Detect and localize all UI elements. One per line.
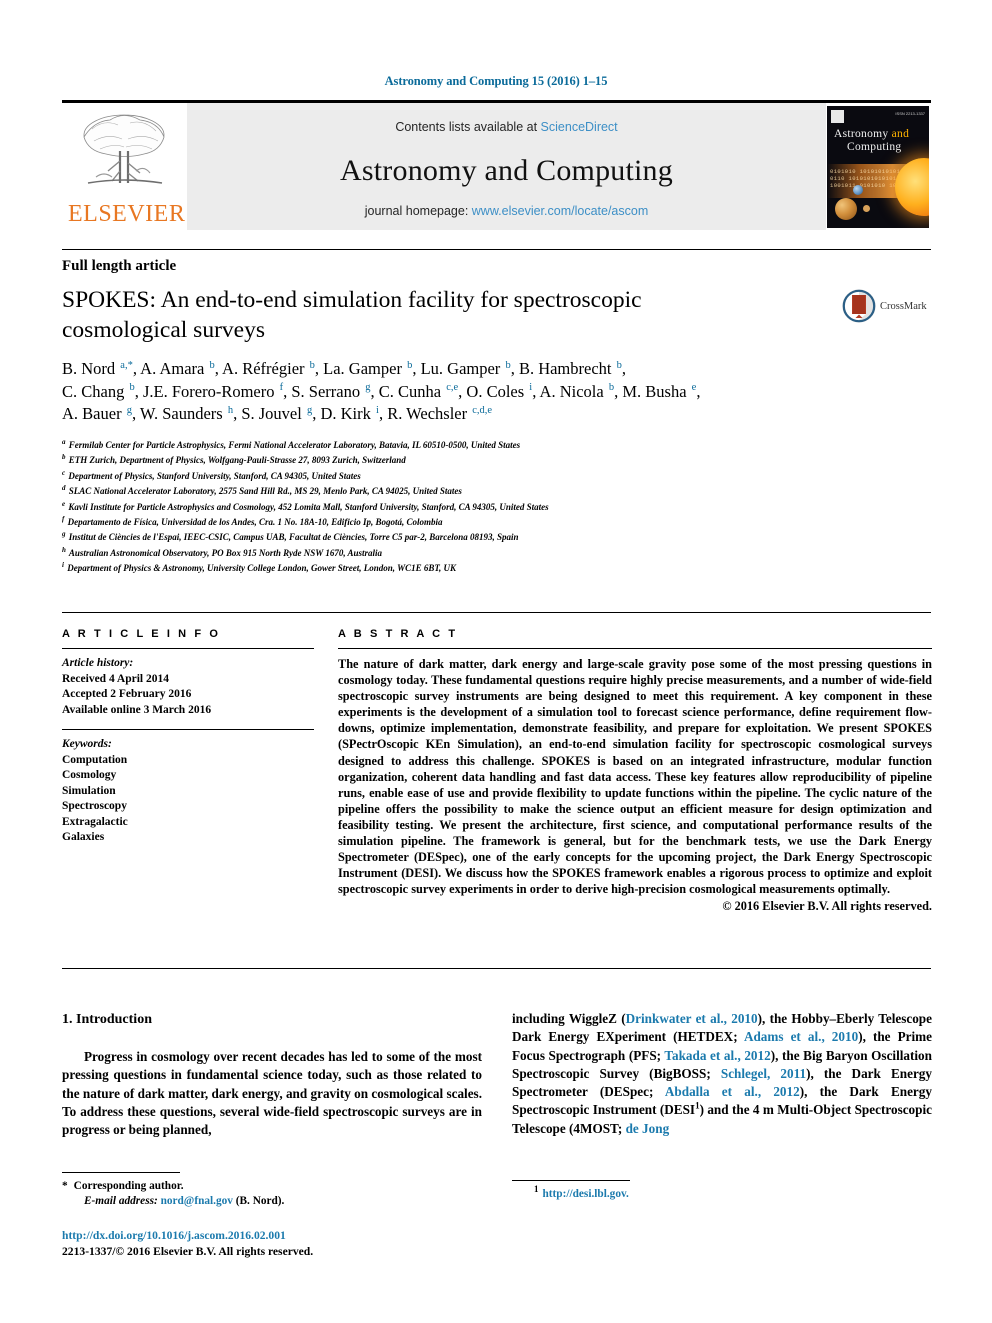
cover-title-accent: and bbox=[891, 128, 910, 140]
contents-list-line: Contents lists available at ScienceDirec… bbox=[187, 120, 826, 134]
affiliation-text: Department of Physics, Stanford Universi… bbox=[66, 470, 361, 481]
corresponding-author-label: Corresponding author. bbox=[73, 1180, 184, 1192]
email-label: E-mail address: bbox=[84, 1195, 158, 1207]
affiliation-text: SLAC National Accelerator Laboratory, 25… bbox=[66, 486, 462, 497]
crossmark-label: CrossMark bbox=[880, 300, 927, 312]
homepage-prefix: journal homepage: bbox=[364, 204, 469, 218]
section-heading-introduction: 1. Introduction bbox=[62, 1012, 152, 1027]
affiliation-text: Kavli Institute for Particle Astrophysic… bbox=[66, 501, 549, 512]
intro-paragraph-left: Progress in cosmology over recent decade… bbox=[62, 1049, 482, 1138]
corresponding-author-line: * Corresponding author. bbox=[62, 1179, 482, 1194]
affiliation-item: a Fermilab Center for Particle Astrophys… bbox=[62, 438, 942, 453]
affiliation-text: Institut de Ciències de l'Espai, IEEC-CS… bbox=[66, 532, 519, 543]
affiliation-item: b ETH Zurich, Department of Physics, Wol… bbox=[62, 453, 942, 468]
cover-planet-blue-icon bbox=[853, 185, 863, 195]
doi-block: http://dx.doi.org/10.1016/j.ascom.2016.0… bbox=[62, 1228, 492, 1259]
affiliation-item: c Department of Physics, Stanford Univer… bbox=[62, 469, 942, 484]
keyword-item[interactable]: Cosmology bbox=[62, 768, 314, 784]
title-divider bbox=[62, 249, 931, 250]
article-info-block: A R T I C L E I N F O Article history: R… bbox=[62, 628, 314, 846]
journal-band: Contents lists available at ScienceDirec… bbox=[187, 103, 826, 230]
article-history-lines: Received 4 April 2014 Accepted 2 February… bbox=[62, 672, 314, 719]
desi-footnote-link[interactable]: http://desi.lbl.gov. bbox=[543, 1188, 629, 1200]
cover-planet-large-icon bbox=[835, 198, 857, 220]
abstract-rule bbox=[338, 648, 932, 649]
article-history-item: Available online 3 March 2016 bbox=[62, 703, 212, 716]
keyword-item[interactable]: Extragalactic bbox=[62, 815, 314, 831]
cover-elsevier-logo-icon bbox=[831, 110, 844, 123]
cover-issn: ISSN 2213-1337 bbox=[895, 111, 925, 116]
journal-homepage-line: journal homepage: www.elsevier.com/locat… bbox=[187, 204, 826, 218]
cover-title-line1: Astronomy bbox=[834, 128, 889, 140]
author-list: B. Nord a,*, A. Amara b, A. Réfrégier b,… bbox=[62, 359, 701, 423]
keyword-item[interactable]: Computation bbox=[62, 753, 314, 769]
body-column-right: including WiggleZ (Drinkwater et al., 20… bbox=[512, 1010, 932, 1138]
keyword-item[interactable]: Simulation bbox=[62, 784, 314, 800]
page-title: SPOKES: An end-to-end simulation facilit… bbox=[62, 287, 642, 343]
affiliation-item: h Australian Astronomical Observatory, P… bbox=[62, 546, 942, 561]
footnote-rule-left bbox=[62, 1172, 180, 1173]
abstract-heading: A B S T R A C T bbox=[338, 628, 458, 640]
abstract-copyright: © 2016 Elsevier B.V. All rights reserved… bbox=[722, 899, 932, 914]
email-owner: (B. Nord). bbox=[235, 1195, 285, 1207]
cover-title-line2: Computing bbox=[847, 141, 902, 153]
journal-cover-thumbnail[interactable]: ISSN 2213-1337 Astronomy and Computing 0… bbox=[826, 103, 931, 230]
affiliation-text: Australian Astronomical Observatory, PO … bbox=[66, 547, 383, 558]
article-type-label: Full length article bbox=[62, 258, 177, 274]
body-divider bbox=[62, 968, 931, 969]
footnote-right: 1 http://desi.lbl.gov. bbox=[512, 1180, 932, 1202]
affiliation-item: g Institut de Ciències de l'Espai, IEEC-… bbox=[62, 530, 942, 545]
elsevier-tree-icon bbox=[83, 114, 165, 184]
crossmark-icon bbox=[842, 289, 876, 323]
keywords-label: Keywords: bbox=[62, 738, 112, 750]
article-history-item: Received 4 April 2014 bbox=[62, 672, 169, 685]
keyword-list: Computation Cosmology Simulation Spectrosco… bbox=[62, 753, 314, 846]
affiliation-item: f Departamento de Física, Universidad de… bbox=[62, 515, 942, 530]
affiliation-text: ETH Zurich, Department of Physics, Wolfg… bbox=[66, 455, 406, 466]
body-column-left: 1. Introduction Progress in cosmology ov… bbox=[62, 1012, 482, 1139]
affiliation-list: a Fermilab Center for Particle Astrophys… bbox=[62, 438, 942, 577]
affiliation-text: Departamento de Física, Universidad de l… bbox=[65, 517, 443, 528]
affiliation-text: Department of Physics & Astronomy, Unive… bbox=[64, 563, 457, 574]
desi-footnote-line: 1 http://desi.lbl.gov. bbox=[512, 1184, 932, 1202]
homepage-link[interactable]: www.elsevier.com/locate/ascom bbox=[472, 204, 648, 218]
cover-planet-small-icon bbox=[863, 205, 870, 212]
affiliation-item: i Department of Physics & Astronomy, Uni… bbox=[62, 561, 942, 576]
keyword-item[interactable]: Spectroscopy bbox=[62, 799, 314, 815]
affiliation-text: Fermilab Center for Particle Astrophysic… bbox=[66, 440, 521, 450]
elsevier-wordmark: ELSEVIER bbox=[68, 201, 186, 227]
journal-article-page: Astronomy and Computing 15 (2016) 1–15 E… bbox=[0, 0, 992, 1323]
running-head: Astronomy and Computing 15 (2016) 1–15 bbox=[384, 74, 608, 88]
keyword-item[interactable]: Galaxies bbox=[62, 830, 314, 846]
abstract-text: The nature of dark matter, dark energy a… bbox=[338, 657, 932, 897]
email-line: E-mail address: nord@fnal.gov (B. Nord). bbox=[62, 1194, 482, 1209]
contents-prefix: Contents lists available at bbox=[395, 120, 538, 134]
affiliation-item: d SLAC National Accelerator Laboratory, … bbox=[62, 484, 942, 499]
footnote-left: * Corresponding author. E-mail address: n… bbox=[62, 1172, 482, 1209]
crossmark-badge[interactable]: CrossMark bbox=[842, 286, 937, 326]
cover-title: Astronomy and Computing bbox=[834, 128, 909, 154]
abstract-block: A B S T R A C T The nature of dark matte… bbox=[338, 628, 932, 914]
footnote-rule-right bbox=[512, 1180, 630, 1181]
article-info-heading: A R T I C L E I N F O bbox=[62, 628, 221, 640]
article-history-item: Accepted 2 February 2016 bbox=[62, 688, 192, 700]
sciencedirect-link[interactable]: ScienceDirect bbox=[541, 120, 618, 134]
corresponding-author-marker: * bbox=[62, 1180, 68, 1192]
journal-masthead: ELSEVIER Contents lists available at Sci… bbox=[62, 100, 931, 230]
doi-link[interactable]: http://dx.doi.org/10.1016/j.ascom.2016.0… bbox=[62, 1228, 492, 1244]
article-history-label: Article history: bbox=[62, 657, 134, 669]
intro-paragraph-right: including WiggleZ (Drinkwater et al., 20… bbox=[512, 1011, 932, 1136]
info-abstract-divider bbox=[62, 612, 931, 613]
elsevier-logo: ELSEVIER bbox=[62, 103, 187, 230]
article-info-rule bbox=[62, 648, 314, 649]
desi-footnote-marker: 1 bbox=[534, 1184, 539, 1195]
email-link[interactable]: nord@fnal.gov bbox=[161, 1195, 233, 1207]
keywords-rule bbox=[62, 729, 314, 730]
affiliation-item: e Kavli Institute for Particle Astrophys… bbox=[62, 500, 942, 515]
cover-artwork: ISSN 2213-1337 Astronomy and Computing 0… bbox=[827, 106, 929, 228]
journal-title: Astronomy and Computing bbox=[340, 154, 673, 187]
issn-copyright: 2213-1337/© 2016 Elsevier B.V. All right… bbox=[62, 1244, 314, 1258]
